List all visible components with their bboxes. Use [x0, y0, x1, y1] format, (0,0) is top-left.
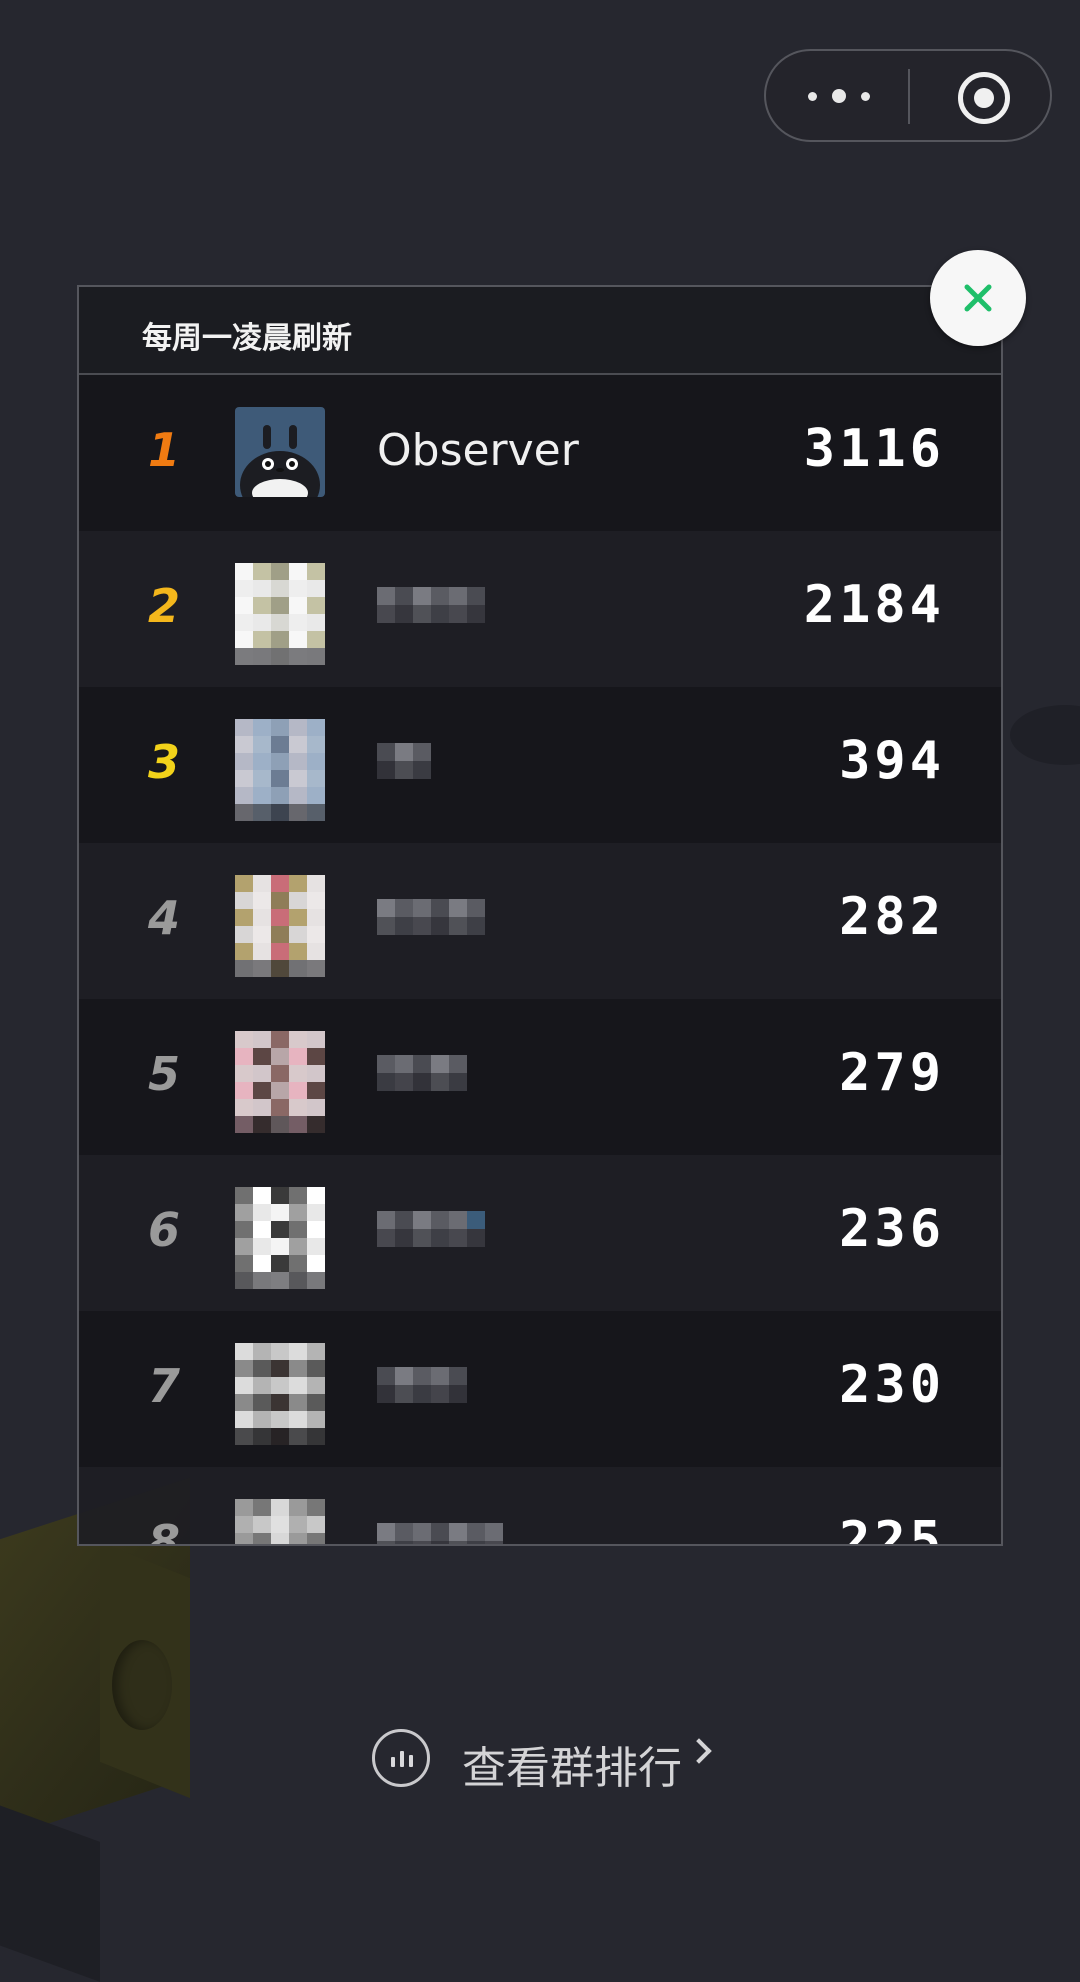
- score: 225: [839, 1511, 945, 1546]
- player-name-pixelated: [377, 1523, 503, 1544]
- player-name-pixelated: [377, 743, 431, 793]
- rank-number: 2: [147, 579, 180, 633]
- score: 2184: [803, 575, 945, 635]
- background-cube-face: [112, 1640, 172, 1730]
- bar-chart-icon: [372, 1729, 430, 1787]
- close-button[interactable]: [930, 250, 1026, 346]
- chevron-right-icon: [686, 1738, 712, 1764]
- group-rank-label: 查看群排行: [462, 1743, 682, 1794]
- menu-capsule: [764, 49, 1052, 142]
- refresh-note: 每周一凌晨刷新: [142, 321, 352, 356]
- leaderboard-row[interactable]: 1 Observer 3116: [79, 375, 1001, 531]
- leaderboard-row[interactable]: 7 230: [79, 1311, 1001, 1467]
- background-dark-block: [0, 1798, 100, 1982]
- rank-number: 7: [147, 1359, 180, 1413]
- player-name: Observer: [377, 425, 579, 476]
- rank-number: 3: [147, 735, 180, 789]
- leaderboard-list[interactable]: 1 Observer 3116 2 2184 3 394 4 282 5 279 6 236 7 230 8 2…: [79, 375, 1001, 1546]
- leaderboard-row[interactable]: 8 225: [79, 1467, 1001, 1546]
- leaderboard-row[interactable]: 6 236: [79, 1155, 1001, 1311]
- leaderboard-row[interactable]: 4 282: [79, 843, 1001, 999]
- avatar: [235, 1187, 325, 1289]
- score: 236: [839, 1199, 945, 1259]
- leaderboard-row[interactable]: 2 2184: [79, 531, 1001, 687]
- target-icon[interactable]: [958, 72, 1010, 124]
- player-name-pixelated: [377, 1367, 467, 1417]
- group-rank-link[interactable]: 查看群排行: [372, 1728, 732, 1794]
- avatar: [235, 1031, 325, 1133]
- score: 3116: [803, 419, 945, 479]
- leaderboard-row[interactable]: 3 394: [79, 687, 1001, 843]
- score: 279: [839, 1043, 945, 1103]
- player-name-pixelated: [377, 1211, 485, 1261]
- more-dots-icon[interactable]: [808, 87, 872, 107]
- leaderboard-row[interactable]: 5 279: [79, 999, 1001, 1155]
- rank-number: 6: [147, 1203, 180, 1257]
- avatar: [235, 407, 325, 497]
- background-blob: [1010, 705, 1080, 765]
- score: 230: [839, 1355, 945, 1415]
- capsule-divider: [908, 69, 910, 124]
- player-name-pixelated: [377, 587, 485, 637]
- avatar: [235, 875, 325, 977]
- panel-header: 每周一凌晨刷新: [79, 287, 1001, 375]
- player-name-pixelated: [377, 1055, 467, 1105]
- avatar: [235, 719, 325, 821]
- avatar: [235, 1499, 325, 1544]
- score: 282: [839, 887, 945, 947]
- rank-number: 5: [147, 1047, 180, 1101]
- rank-number: 8: [147, 1515, 180, 1546]
- avatar: [235, 1343, 325, 1445]
- avatar: [235, 563, 325, 665]
- player-name-pixelated: [377, 899, 485, 949]
- leaderboard-panel: 每周一凌晨刷新 1 Observer 3116 2 2184 3 394 4 282 5 279 6 2…: [77, 285, 1003, 1546]
- rank-number: 4: [147, 891, 180, 945]
- close-icon: [964, 284, 992, 312]
- rank-number: 1: [147, 423, 180, 477]
- score: 394: [839, 731, 945, 791]
